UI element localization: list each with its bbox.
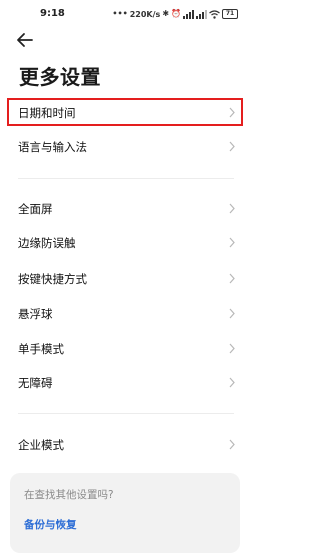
settings-item-language-input[interactable]: 语言与输入法 bbox=[0, 130, 250, 163]
network-speed: 220K/s bbox=[129, 9, 161, 19]
settings-item-edge-touch[interactable]: 边缘防误触 bbox=[0, 226, 250, 259]
settings-item-label: 按键快捷方式 bbox=[18, 272, 87, 286]
status-bar: 9:18 ••• 220K/s ✱ ⏰ 71 bbox=[0, 0, 250, 26]
chevron-right-icon bbox=[229, 203, 235, 214]
settings-item-enterprise-mode[interactable]: 企业模式 bbox=[0, 428, 250, 461]
chevron-right-icon bbox=[229, 439, 235, 450]
chevron-right-icon bbox=[229, 308, 235, 319]
more-dots-icon: ••• bbox=[112, 9, 128, 18]
settings-item-label: 无障碍 bbox=[18, 376, 53, 390]
settings-item-label: 语言与输入法 bbox=[18, 140, 87, 154]
chevron-right-icon bbox=[229, 141, 235, 152]
status-icons: ••• 220K/s ✱ ⏰ 71 bbox=[112, 8, 238, 20]
wifi-icon bbox=[209, 9, 220, 19]
chevron-right-icon bbox=[229, 237, 235, 248]
settings-item-one-handed[interactable]: 单手模式 bbox=[0, 332, 250, 365]
page-title: 更多设置 bbox=[19, 65, 101, 89]
settings-item-label: 单手模式 bbox=[18, 342, 64, 356]
back-button[interactable] bbox=[14, 29, 36, 51]
chevron-right-icon bbox=[229, 273, 235, 284]
settings-item-floating-ball[interactable]: 悬浮球 bbox=[0, 297, 250, 330]
status-time: 9:18 bbox=[40, 8, 65, 19]
chevron-right-icon bbox=[229, 107, 235, 118]
alarm-icon: ⏰ bbox=[171, 9, 181, 18]
settings-item-accessibility[interactable]: 无障碍 bbox=[0, 366, 250, 399]
arrow-left-icon bbox=[17, 33, 33, 47]
signal-icon bbox=[196, 9, 207, 19]
battery-icon: 71 bbox=[222, 9, 238, 19]
suggestion-question: 在查找其他设置吗? bbox=[24, 489, 114, 501]
settings-item-full-screen[interactable]: 全面屏 bbox=[0, 192, 250, 225]
settings-item-label: 全面屏 bbox=[18, 202, 53, 216]
backup-restore-link[interactable]: 备份与恢复 bbox=[24, 517, 77, 532]
suggestion-card: 在查找其他设置吗? 备份与恢复 bbox=[10, 473, 240, 553]
settings-item-label: 边缘防误触 bbox=[18, 236, 76, 250]
settings-item-label: 日期和时间 bbox=[18, 106, 76, 120]
settings-item-label: 悬浮球 bbox=[18, 307, 53, 321]
settings-item-button-shortcuts[interactable]: 按键快捷方式 bbox=[0, 262, 250, 295]
chevron-right-icon bbox=[229, 377, 235, 388]
section-divider bbox=[18, 413, 234, 414]
bluetooth-icon: ✱ bbox=[162, 9, 170, 18]
settings-item-label: 企业模式 bbox=[18, 438, 64, 452]
chevron-right-icon bbox=[229, 343, 235, 354]
section-divider bbox=[18, 178, 234, 179]
signal-icon bbox=[183, 9, 194, 19]
settings-item-date-time[interactable]: 日期和时间 bbox=[0, 96, 250, 129]
